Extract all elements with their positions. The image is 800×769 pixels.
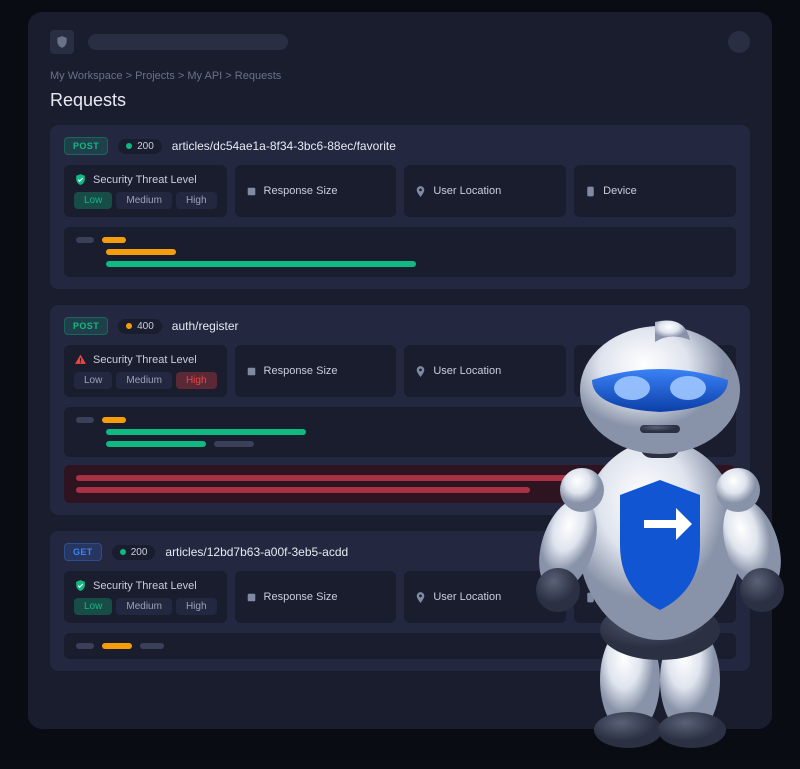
threat-level-medium[interactable]: Medium	[116, 192, 172, 209]
status-badge: 200	[112, 545, 156, 560]
user-location-metric[interactable]: User Location	[404, 345, 566, 397]
avatar[interactable]	[728, 31, 750, 53]
shield-check-icon	[74, 173, 87, 186]
metric-label: Device	[603, 185, 637, 197]
threat-level-medium[interactable]: Medium	[116, 598, 172, 615]
code-preview	[64, 227, 736, 277]
request-header: POST 200 articles/dc54ae1a-8f34-3bc6-88e…	[64, 137, 736, 155]
location-pin-icon	[414, 365, 427, 378]
device-metric[interactable]: Device	[574, 165, 736, 217]
metrics-row: Security Threat Level Low Medium High Re…	[64, 345, 736, 397]
alert-triangle-icon	[74, 353, 87, 366]
location-pin-icon	[414, 591, 427, 604]
app-logo-icon[interactable]	[50, 30, 74, 54]
status-code: 200	[137, 141, 154, 152]
request-card[interactable]: POST 200 articles/dc54ae1a-8f34-3bc6-88e…	[50, 125, 750, 289]
metric-label: User Location	[433, 365, 501, 377]
code-preview	[64, 633, 736, 659]
threat-level-low[interactable]: Low	[74, 192, 112, 209]
device-icon	[584, 591, 597, 604]
breadcrumb-item[interactable]: My Workspace	[50, 70, 123, 82]
threat-metric: Security Threat Level Low Medium High	[64, 165, 227, 217]
breadcrumb: My Workspace > Projects > My API > Reque…	[50, 70, 750, 82]
method-badge: POST	[64, 137, 108, 155]
size-icon	[245, 591, 258, 604]
status-dot-icon	[120, 549, 126, 555]
request-path: articles/12bd7b63-a00f-3eb5-acdd	[165, 545, 348, 559]
metrics-row: Security Threat Level Low Medium High Re…	[64, 165, 736, 217]
size-icon	[245, 185, 258, 198]
location-pin-icon	[414, 185, 427, 198]
user-location-metric[interactable]: User Location	[404, 165, 566, 217]
threat-label: Security Threat Level	[93, 174, 197, 186]
status-code: 400	[137, 321, 154, 332]
threat-level-high[interactable]: High	[176, 372, 217, 389]
method-badge: POST	[64, 317, 108, 335]
device-icon	[584, 365, 597, 378]
metric-label: Response Size	[264, 365, 338, 377]
search-placeholder[interactable]	[88, 34, 288, 50]
user-location-metric[interactable]: User Location	[404, 571, 566, 623]
metric-label: User Location	[433, 591, 501, 603]
device-icon	[584, 185, 597, 198]
size-icon	[245, 365, 258, 378]
error-preview	[64, 465, 736, 503]
request-header: POST 400 auth/register	[64, 317, 736, 335]
breadcrumb-item[interactable]: My API	[187, 70, 222, 82]
request-card[interactable]: POST 400 auth/register Security Threat L…	[50, 305, 750, 515]
threat-level-high[interactable]: High	[176, 598, 217, 615]
shield-check-icon	[74, 579, 87, 592]
metric-label: Response Size	[264, 591, 338, 603]
threat-level-high[interactable]: High	[176, 192, 217, 209]
request-header: GET 200 articles/12bd7b63-a00f-3eb5-acdd	[64, 543, 736, 561]
threat-metric: Security Threat Level Low Medium High	[64, 345, 227, 397]
response-size-metric[interactable]: Response Size	[235, 571, 397, 623]
response-size-metric[interactable]: Response Size	[235, 165, 397, 217]
status-dot-icon	[126, 143, 132, 149]
status-code: 200	[131, 547, 148, 558]
method-badge: GET	[64, 543, 102, 561]
status-badge: 200	[118, 139, 162, 154]
metrics-row: Security Threat Level Low Medium High Re…	[64, 571, 736, 623]
status-dot-icon	[126, 323, 132, 329]
page-title: Requests	[50, 90, 750, 111]
breadcrumb-item[interactable]: Projects	[135, 70, 175, 82]
metric-label: User Location	[433, 185, 501, 197]
threat-metric: Security Threat Level Low Medium High	[64, 571, 227, 623]
status-badge: 400	[118, 319, 162, 334]
code-preview	[64, 407, 736, 457]
request-card[interactable]: GET 200 articles/12bd7b63-a00f-3eb5-acdd…	[50, 531, 750, 671]
metric-label: Device	[603, 365, 637, 377]
topbar	[50, 30, 750, 54]
threat-label: Security Threat Level	[93, 580, 197, 592]
metric-label: Device	[603, 591, 637, 603]
request-path: articles/dc54ae1a-8f34-3bc6-88ec/favorit…	[172, 139, 396, 153]
device-metric[interactable]: Device	[574, 571, 736, 623]
threat-level-low[interactable]: Low	[74, 372, 112, 389]
request-path: auth/register	[172, 319, 239, 333]
metric-label: Response Size	[264, 185, 338, 197]
threat-label: Security Threat Level	[93, 354, 197, 366]
app-window: My Workspace > Projects > My API > Reque…	[28, 12, 772, 729]
device-metric[interactable]: Device	[574, 345, 736, 397]
response-size-metric[interactable]: Response Size	[235, 345, 397, 397]
threat-level-low[interactable]: Low	[74, 598, 112, 615]
threat-level-medium[interactable]: Medium	[116, 372, 172, 389]
breadcrumb-item[interactable]: Requests	[235, 70, 281, 82]
